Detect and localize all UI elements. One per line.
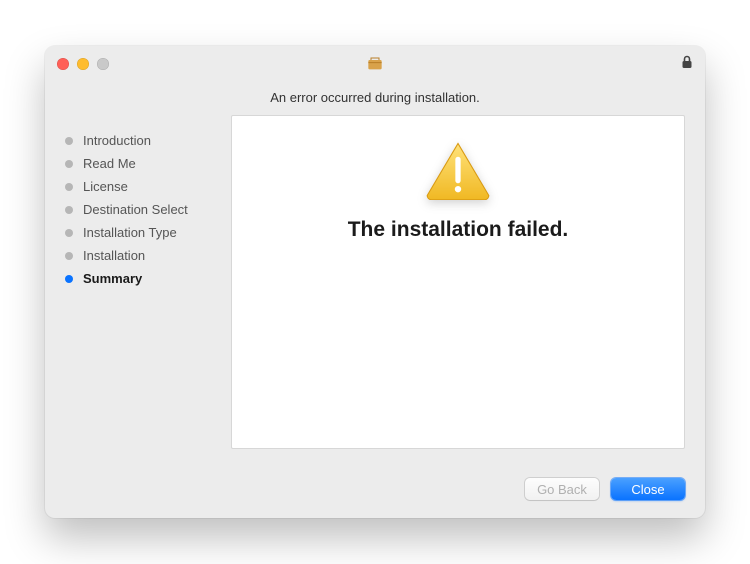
step-introduction: Introduction	[65, 129, 231, 152]
step-bullet-icon	[65, 137, 73, 145]
step-read-me: Read Me	[65, 152, 231, 175]
step-label: Read Me	[83, 156, 136, 171]
step-bullet-icon	[65, 206, 73, 214]
step-license: License	[65, 175, 231, 198]
step-label: Installation Type	[83, 225, 177, 240]
step-summary: Summary	[65, 267, 231, 290]
step-installation: Installation	[65, 244, 231, 267]
step-bullet-icon	[65, 183, 73, 191]
warning-icon	[424, 140, 492, 200]
step-label: Introduction	[83, 133, 151, 148]
window-zoom-button	[97, 58, 109, 70]
step-bullet-icon	[65, 160, 73, 168]
step-installation-type: Installation Type	[65, 221, 231, 244]
step-destination-select: Destination Select	[65, 198, 231, 221]
body: Introduction Read Me License Destination…	[45, 115, 705, 462]
window-minimize-button[interactable]	[77, 58, 89, 70]
go-back-button: Go Back	[525, 478, 599, 500]
step-label: License	[83, 179, 128, 194]
lock-icon	[681, 55, 693, 73]
title-center	[367, 56, 383, 72]
step-bullet-icon	[65, 252, 73, 260]
step-bullet-icon	[65, 229, 73, 237]
installer-window: An error occurred during installation. I…	[45, 46, 705, 518]
close-button[interactable]: Close	[611, 478, 685, 500]
step-label: Summary	[83, 271, 142, 286]
step-sidebar: Introduction Read Me License Destination…	[65, 115, 231, 462]
step-label: Destination Select	[83, 202, 188, 217]
step-bullet-icon	[65, 275, 73, 283]
window-close-button[interactable]	[57, 58, 69, 70]
traffic-lights	[57, 58, 109, 70]
footer: Go Back Close	[45, 462, 705, 518]
content-panel: The installation failed.	[231, 115, 685, 449]
step-label: Installation	[83, 248, 145, 263]
subheader-text: An error occurred during installation.	[45, 82, 705, 115]
titlebar	[45, 46, 705, 82]
failure-headline: The installation failed.	[348, 218, 569, 242]
package-icon	[367, 56, 383, 72]
